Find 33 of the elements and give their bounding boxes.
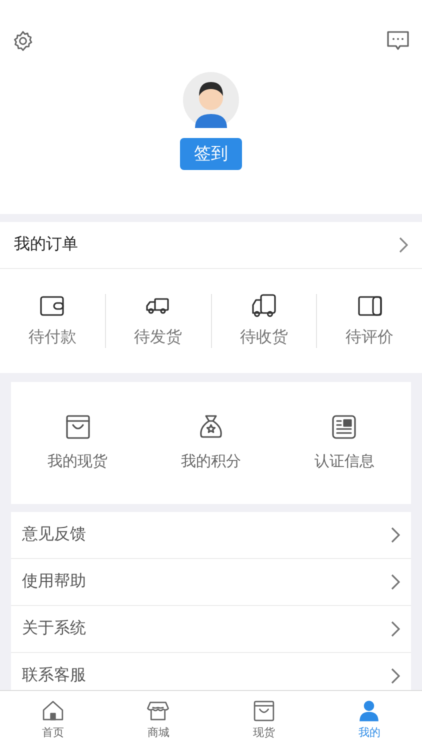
shortcut-button[interactable]: 我的现货 bbox=[11, 412, 144, 474]
chevron-right-icon bbox=[398, 237, 408, 253]
tab[interactable]: 商城 bbox=[106, 691, 211, 750]
checkin-button[interactable]: 签到 bbox=[180, 138, 242, 170]
settings-button[interactable] bbox=[12, 30, 34, 52]
tab[interactable]: 我的 bbox=[316, 691, 422, 750]
id-card-icon bbox=[330, 412, 358, 441]
tab[interactable]: 首页 bbox=[0, 691, 106, 750]
shop-icon bbox=[146, 699, 170, 723]
chevron-right-icon bbox=[390, 574, 400, 590]
chat-icon bbox=[386, 30, 410, 52]
home-icon bbox=[40, 699, 65, 723]
bag-icon bbox=[64, 412, 92, 441]
chevron-right-icon bbox=[390, 527, 400, 543]
tab[interactable]: 现货 bbox=[211, 691, 316, 750]
shortcut-button[interactable]: 我的积分 bbox=[144, 412, 278, 474]
menu-row[interactable]: 使用帮助 bbox=[11, 559, 411, 606]
settings-icon bbox=[12, 30, 34, 52]
order-status-button[interactable]: 待收货 bbox=[240, 292, 288, 350]
shortcut-button[interactable]: 认证信息 bbox=[278, 412, 411, 474]
order-status-button[interactable]: 待评价 bbox=[346, 292, 394, 350]
menu-row[interactable]: 意见反馈 bbox=[11, 512, 411, 559]
menu-row[interactable]: 关于系统 bbox=[11, 606, 411, 653]
order-status-button[interactable]: 待付款 bbox=[28, 292, 76, 350]
message-button[interactable] bbox=[386, 30, 410, 52]
order-status-button[interactable]: 待发货 bbox=[134, 292, 182, 350]
my-orders-row[interactable]: 我的订单 bbox=[0, 222, 422, 269]
avatar bbox=[183, 72, 239, 128]
bag-icon bbox=[252, 699, 276, 723]
chevron-right-icon bbox=[390, 621, 400, 637]
chevron-right-icon bbox=[390, 668, 400, 684]
user-icon bbox=[357, 699, 382, 723]
truck-icon bbox=[250, 292, 278, 320]
